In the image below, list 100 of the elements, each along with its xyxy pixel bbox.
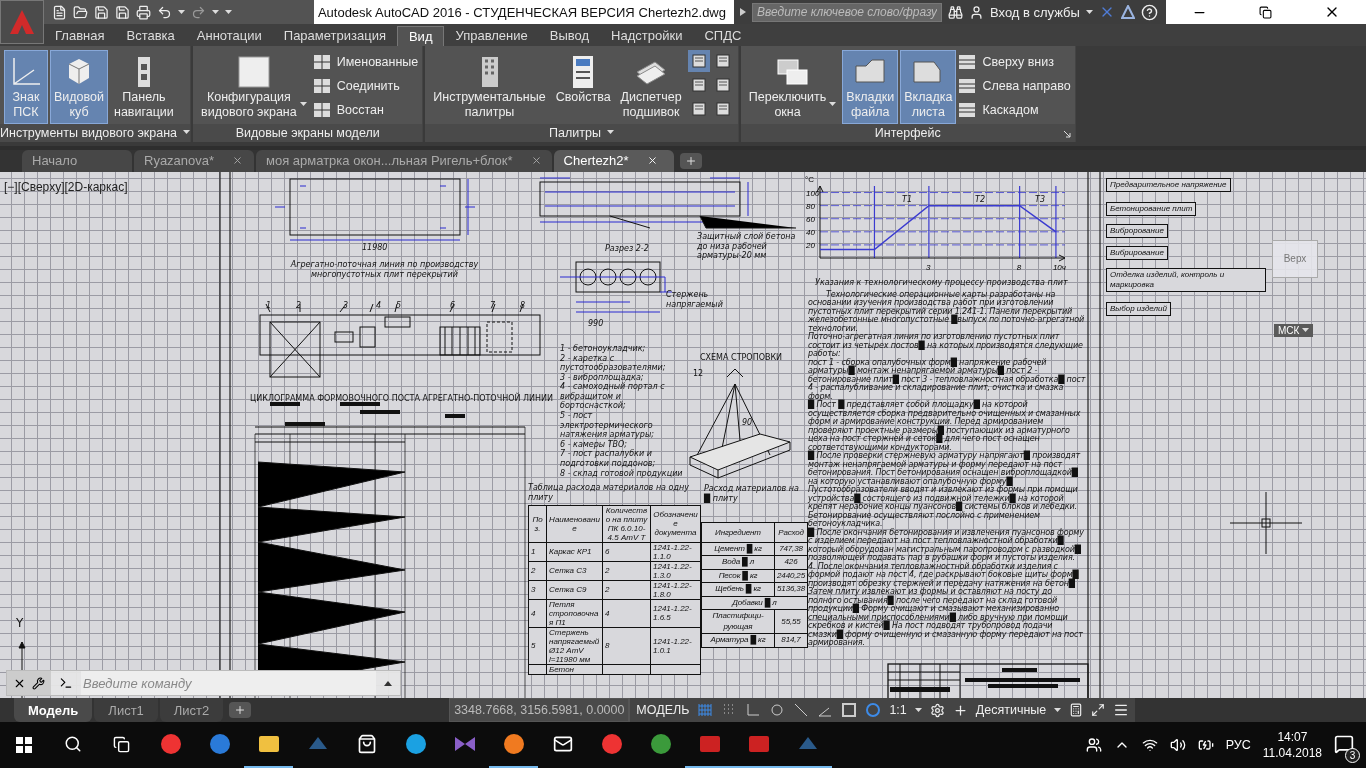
search-field[interactable]: Введите ключевое слово/фразу bbox=[752, 2, 942, 22]
layout-tab[interactable]: Лист2 bbox=[159, 698, 224, 722]
people-icon[interactable] bbox=[1085, 737, 1102, 753]
window-icon bbox=[714, 76, 731, 93]
table-cell: Щебень █ кг bbox=[701, 582, 775, 597]
document-tab[interactable]: моя арматрка окон...льная Ригель+блок* bbox=[256, 149, 552, 172]
redo-icon[interactable] bbox=[191, 4, 206, 20]
ribbon-tab[interactable]: Вставка bbox=[115, 25, 186, 46]
table-cell: 4 bbox=[528, 599, 547, 628]
caret-icon[interactable] bbox=[1302, 327, 1310, 333]
layout-tab[interactable]: Модель bbox=[14, 698, 93, 722]
status-toggle[interactable] bbox=[769, 702, 786, 719]
panel-title[interactable]: Палитры bbox=[425, 123, 738, 142]
drawing-annotation: 90 bbox=[742, 417, 753, 428]
caret-icon[interactable] bbox=[1054, 707, 1062, 713]
ribbon-button[interactable]: Конфигурация видового экрана bbox=[197, 49, 311, 124]
undo-icon[interactable] bbox=[157, 4, 172, 20]
palette-button[interactable] bbox=[687, 49, 710, 72]
new-tab-button[interactable] bbox=[679, 152, 702, 169]
drawing-canvas[interactable] bbox=[0, 171, 1366, 699]
drawing-annotation: 4 bbox=[376, 300, 382, 311]
open-folder-icon[interactable] bbox=[73, 4, 88, 20]
close-icon[interactable] bbox=[646, 155, 658, 167]
viewport-icon bbox=[235, 53, 272, 90]
ribbon-button[interactable]: Переключить окна bbox=[744, 49, 841, 124]
caret-icon[interactable] bbox=[606, 130, 614, 136]
wifi-icon[interactable] bbox=[1141, 737, 1158, 753]
ribbon-tab[interactable]: Параметризация bbox=[272, 25, 397, 46]
status-toggle[interactable] bbox=[697, 702, 714, 719]
print-icon[interactable] bbox=[136, 4, 151, 20]
ribbon-item[interactable]: Восстан bbox=[312, 99, 419, 120]
coordinates-readout[interactable]: 3348.7668, 3156.5981, 0.0000 bbox=[449, 698, 630, 722]
app-icon bbox=[648, 732, 673, 756]
document-tab[interactable]: Chertezh2* bbox=[553, 149, 674, 172]
table-header: Расход bbox=[774, 522, 808, 543]
annotation-scale[interactable]: 1:1 bbox=[889, 703, 907, 718]
ribbon-tab[interactable]: Вывод bbox=[538, 25, 601, 46]
ribbon-tab[interactable]: Главная bbox=[44, 25, 116, 46]
caret-icon[interactable] bbox=[1085, 9, 1093, 15]
calculator-icon[interactable] bbox=[1069, 703, 1084, 718]
save-as-icon[interactable] bbox=[115, 4, 130, 20]
window-icon bbox=[690, 76, 707, 93]
ribbon-tab[interactable]: Аннотации bbox=[185, 25, 273, 46]
save-icon[interactable] bbox=[94, 4, 109, 20]
ribbon-button[interactable]: Панель навигации bbox=[110, 49, 178, 124]
caret-icon[interactable] bbox=[178, 9, 185, 15]
ribbon-item[interactable]: Каскадом bbox=[958, 99, 1071, 120]
ribbon-item[interactable]: Сверху вниз bbox=[958, 51, 1071, 72]
settings-icon[interactable] bbox=[929, 702, 945, 718]
caret-icon[interactable] bbox=[914, 707, 922, 713]
status-toggle[interactable] bbox=[841, 702, 858, 719]
ribbon-tab[interactable]: Управление bbox=[444, 25, 539, 46]
ucs-menu[interactable]: МСК bbox=[1274, 323, 1314, 337]
clock[interactable]: 14:07 11.04.2018 bbox=[1262, 729, 1322, 761]
layout-tab[interactable]: Лист1 bbox=[94, 698, 158, 722]
caret-icon[interactable] bbox=[183, 130, 191, 136]
ribbon-item[interactable]: Именованные bbox=[312, 51, 419, 72]
ribbon-button[interactable]: Инструментальные палитры bbox=[429, 49, 550, 124]
language-indicator[interactable]: РУС bbox=[1225, 738, 1251, 752]
ribbon-tab[interactable]: Вид bbox=[396, 25, 445, 46]
new-layout-button[interactable] bbox=[229, 702, 252, 719]
binoculars-icon[interactable] bbox=[948, 4, 963, 20]
units-dropdown[interactable]: Десятичные bbox=[975, 703, 1047, 718]
layout-icon bbox=[958, 53, 977, 70]
status-toggle[interactable] bbox=[793, 702, 810, 719]
drawing-annotation: Указания к технологическому процессу производства плит bbox=[815, 277, 1068, 288]
help-icon[interactable] bbox=[1140, 3, 1158, 21]
caret-icon[interactable] bbox=[299, 102, 307, 108]
battery-icon[interactable] bbox=[1197, 737, 1214, 753]
ribbon-tab[interactable]: СПДС bbox=[693, 25, 753, 46]
restore-icon[interactable] bbox=[1259, 5, 1272, 19]
panel-title[interactable]: Инструменты видового экрана bbox=[0, 123, 191, 142]
plus-icon bbox=[234, 704, 247, 717]
space-toggle[interactable]: МОДЕЛЬ bbox=[636, 703, 690, 718]
expand-icon[interactable] bbox=[740, 8, 746, 16]
ribbon-tab[interactable]: Надстройки bbox=[600, 25, 694, 46]
view-cube[interactable]: Верх bbox=[1272, 239, 1318, 278]
new-file-icon[interactable] bbox=[52, 4, 67, 20]
plus-icon[interactable] bbox=[952, 702, 968, 718]
sign-in-link[interactable]: Вход в службы bbox=[990, 4, 1080, 20]
status-toggle[interactable] bbox=[865, 702, 882, 719]
layout-icon bbox=[312, 53, 331, 70]
ribbon-item[interactable]: Соединить bbox=[312, 75, 419, 96]
launcher-icon[interactable] bbox=[1063, 130, 1071, 138]
triangle-icon[interactable] bbox=[1120, 5, 1135, 19]
tick-label: 60 bbox=[806, 214, 815, 224]
document-tab[interactable]: Ryazanova* bbox=[134, 149, 254, 172]
ribbon-item[interactable]: Слева направо bbox=[958, 75, 1071, 96]
drawing-annotation: Т1 bbox=[902, 194, 912, 205]
table-cell: Каркас КР1 bbox=[546, 542, 603, 562]
viewport-controls[interactable]: [−][Сверху][2D-каркас] bbox=[4, 179, 128, 194]
fullscreen-icon[interactable] bbox=[1091, 703, 1106, 718]
ribbon-button[interactable]: Диспетчер подшивок bbox=[616, 49, 686, 124]
tick-label: 10ч bbox=[1052, 262, 1066, 272]
volume-icon[interactable] bbox=[1169, 737, 1186, 753]
app-icon bbox=[207, 732, 232, 756]
status-toggle[interactable] bbox=[745, 702, 762, 719]
ribbon-button[interactable]: Свойства bbox=[551, 49, 615, 124]
caret-icon[interactable] bbox=[829, 102, 837, 108]
document-tab[interactable]: Начало bbox=[22, 149, 132, 172]
